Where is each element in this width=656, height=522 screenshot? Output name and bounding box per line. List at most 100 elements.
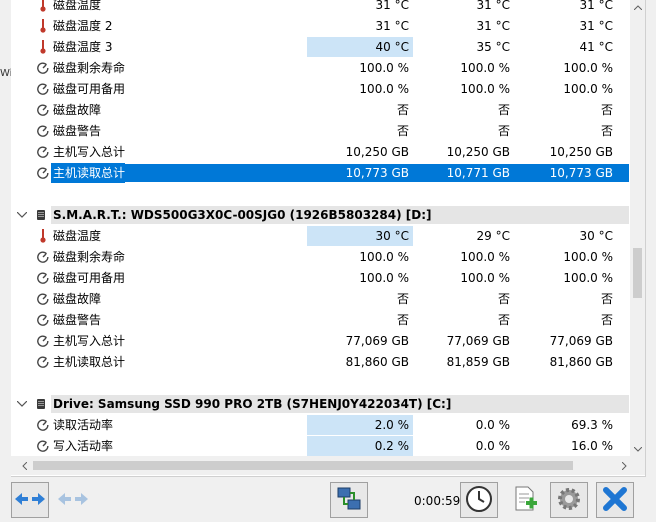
- min-value: 100.0 %: [460, 250, 510, 264]
- background-window-edge: Wi: [0, 0, 12, 522]
- max-value: 30 °C: [579, 229, 613, 243]
- clock-icon: [465, 485, 493, 516]
- close-button[interactable]: [596, 482, 634, 518]
- navigate-disabled-button[interactable]: [54, 482, 92, 518]
- max-value: 10,250 GB: [549, 145, 613, 159]
- sensor-row[interactable]: 磁盘警告 否 否 否: [11, 310, 629, 330]
- sensor-row[interactable]: 磁盘温度 3 40 °C 35 °C 41 °C: [11, 37, 629, 57]
- min-value: 否: [497, 313, 510, 327]
- sensor-row[interactable]: 主机读取总计 81,860 GB 81,859 GB 81,860 GB: [11, 352, 629, 372]
- sensor-row[interactable]: 磁盘温度 30 °C 29 °C 30 °C: [11, 226, 629, 246]
- document-add-icon: [512, 485, 538, 516]
- scroll-down-arrow-icon[interactable]: [630, 442, 645, 456]
- current-value: 2.0 %: [307, 415, 413, 435]
- sensor-group-header[interactable]: S.M.A.R.T.: WDS500G3X0C-00SJG0 (1926B580…: [11, 205, 629, 225]
- current-value: 30 °C: [307, 226, 413, 246]
- sensor-label: 主机读取总计: [53, 355, 126, 369]
- min-value: 31 °C: [476, 0, 510, 12]
- min-value: 29 °C: [476, 229, 510, 243]
- gauge-icon: [37, 247, 49, 267]
- max-value: 100.0 %: [563, 271, 613, 285]
- sensor-row[interactable]: 磁盘故障 否 否 否: [11, 289, 629, 309]
- scroll-left-arrow-icon[interactable]: [17, 456, 31, 475]
- chevron-down-icon[interactable]: [15, 205, 29, 225]
- sensor-row[interactable]: 磁盘可用备用 100.0 % 100.0 % 100.0 %: [11, 268, 629, 288]
- sensor-row[interactable]: 磁盘剩余寿命 100.0 % 100.0 % 100.0 %: [11, 58, 629, 78]
- scroll-up-arrow-icon[interactable]: [630, 0, 645, 14]
- sensor-row[interactable]: 主机读取总计 10,773 GB 10,771 GB 10,773 GB: [11, 163, 629, 183]
- min-value: 否: [497, 292, 510, 306]
- sensor-tree-panel: 磁盘温度 31 °C 31 °C 31 °C 磁盘温度 2 31 °C 31 °C 31 °C…: [11, 0, 646, 477]
- sensor-label: 磁盘警告: [53, 124, 102, 138]
- min-value: 100.0 %: [460, 271, 510, 285]
- vertical-scrollbar[interactable]: [630, 0, 645, 456]
- min-value: 100.0 %: [460, 61, 510, 75]
- navigate-back-forward-button[interactable]: [11, 482, 49, 518]
- current-value: 否: [396, 292, 409, 306]
- current-value: 31 °C: [375, 0, 409, 12]
- current-value: 100.0 %: [359, 82, 409, 96]
- sensor-row[interactable]: 磁盘温度 31 °C 31 °C 31 °C: [11, 0, 629, 15]
- min-value: 10,771 GB: [446, 166, 510, 180]
- horizontal-scrollbar-thumb[interactable]: [33, 461, 573, 470]
- sensor-row[interactable]: 磁盘温度 2 31 °C 31 °C 31 °C: [11, 16, 629, 36]
- max-value: 16.0 %: [571, 439, 613, 453]
- sensor-row[interactable]: 读取活动率 2.0 % 0.0 % 69.3 %: [11, 415, 629, 435]
- group-title: Drive: Samsung SSD 990 PRO 2TB (S7HENJ0Y…: [53, 397, 452, 411]
- gauge-icon: [37, 415, 49, 435]
- min-value: 否: [497, 124, 510, 138]
- vertical-scrollbar-thumb[interactable]: [633, 248, 642, 298]
- max-value: 否: [600, 313, 613, 327]
- max-value: 100.0 %: [563, 61, 613, 75]
- max-value: 81,860 GB: [549, 355, 613, 369]
- min-value: 0.0 %: [475, 439, 510, 453]
- left-right-arrows-icon: [14, 491, 46, 510]
- gauge-icon: [37, 352, 49, 372]
- settings-button[interactable]: [550, 482, 588, 518]
- sensor-row[interactable]: 写入活动率 0.2 % 0.0 % 16.0 %: [11, 436, 629, 456]
- current-value: 81,860 GB: [345, 355, 409, 369]
- current-value: 10,250 GB: [345, 145, 409, 159]
- sensor-label: 磁盘温度 2: [53, 19, 113, 33]
- max-value: 否: [600, 292, 613, 306]
- gear-icon: [555, 485, 583, 516]
- group-title: S.M.A.R.T.: WDS500G3X0C-00SJG0 (1926B580…: [53, 208, 432, 222]
- sensor-row[interactable]: 主机写入总计 10,250 GB 10,250 GB 10,250 GB: [11, 142, 629, 162]
- sensor-group-header[interactable]: Drive: Samsung SSD 990 PRO 2TB (S7HENJ0Y…: [11, 394, 629, 414]
- horizontal-scrollbar[interactable]: [11, 456, 645, 475]
- sensor-label: 读取活动率: [53, 418, 114, 432]
- sensor-label: 主机读取总计: [51, 163, 126, 183]
- min-value: 10,250 GB: [446, 145, 510, 159]
- sensor-row[interactable]: 磁盘剩余寿命 100.0 % 100.0 % 100.0 %: [11, 247, 629, 267]
- sensor-row[interactable]: 磁盘故障 否 否 否: [11, 100, 629, 120]
- sensor-tree-rows: 磁盘温度 31 °C 31 °C 31 °C 磁盘温度 2 31 °C 31 °C 31 °C…: [11, 0, 629, 456]
- gauge-icon: [37, 268, 49, 288]
- sensor-row[interactable]: 磁盘可用备用 100.0 % 100.0 % 100.0 %: [11, 79, 629, 99]
- close-icon: [602, 486, 628, 515]
- sensor-label: 写入活动率: [53, 439, 114, 453]
- sensor-row[interactable]: 磁盘警告 否 否 否: [11, 121, 629, 141]
- reset-timer-button[interactable]: [460, 482, 498, 518]
- left-right-arrows-disabled-icon: [57, 491, 89, 510]
- min-value: 0.0 %: [475, 418, 510, 432]
- elapsed-timer: 0:00:59: [414, 494, 461, 508]
- gauge-icon: [37, 289, 49, 309]
- max-value: 69.3 %: [571, 418, 613, 432]
- min-value: 81,859 GB: [446, 355, 510, 369]
- max-value: 10,773 GB: [549, 166, 613, 180]
- min-value: 35 °C: [476, 40, 510, 54]
- add-log-button[interactable]: [506, 482, 544, 518]
- scroll-right-arrow-icon[interactable]: [617, 456, 631, 475]
- network-button[interactable]: [330, 482, 368, 518]
- sensor-row[interactable]: 主机写入总计 77,069 GB 77,069 GB 77,069 GB: [11, 331, 629, 351]
- current-value: 100.0 %: [359, 61, 409, 75]
- gauge-icon: [37, 58, 49, 78]
- min-value: 31 °C: [476, 19, 510, 33]
- max-value: 否: [600, 103, 613, 117]
- sensor-label: 主机写入总计: [53, 334, 126, 348]
- gauge-icon: [37, 142, 49, 162]
- min-value: 否: [497, 103, 510, 117]
- chevron-down-icon[interactable]: [15, 394, 29, 414]
- gauge-icon: [37, 79, 49, 99]
- max-value: 41 °C: [579, 40, 613, 54]
